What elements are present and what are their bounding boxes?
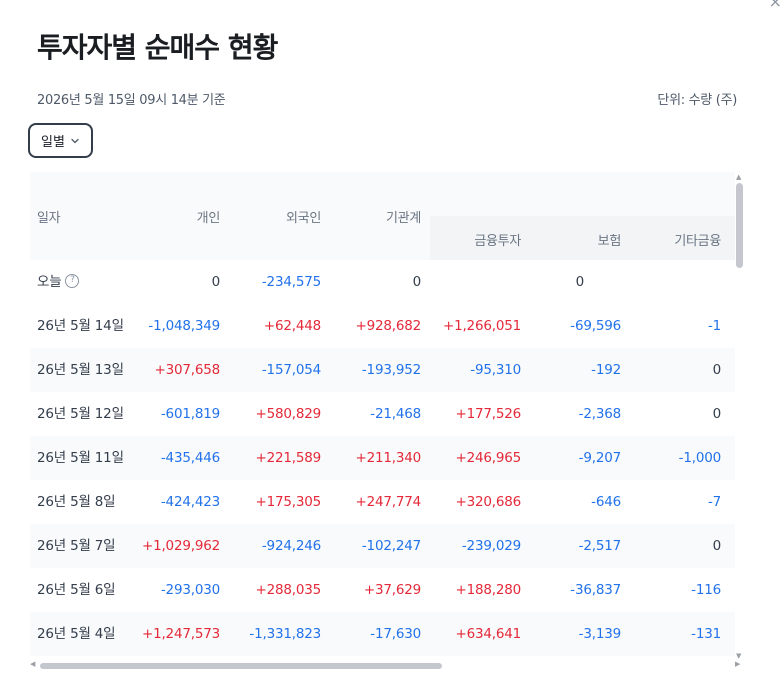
- scroll-left-icon[interactable]: ◀: [30, 660, 35, 668]
- cell-date: 26년 5월 7일: [37, 538, 116, 554]
- header-foreign: 외국인: [286, 211, 321, 226]
- cell-financial-investment: +634,641: [455, 626, 521, 642]
- cell-insurance: -646: [591, 494, 621, 510]
- cell-date: 26년 5월 11일: [37, 450, 124, 466]
- cell-other-finance: -131: [691, 626, 721, 642]
- header-insurance: 보험: [597, 234, 622, 249]
- cell-institution: -193,952: [361, 362, 421, 378]
- horizontal-scrollbar[interactable]: [40, 663, 442, 669]
- cell-individual: +307,658: [154, 362, 220, 378]
- cell-date: 26년 5월 13일: [37, 362, 124, 378]
- table-row: 26년 5월 6일 -293,030 +288,035 +37,629 +188,280…: [30, 568, 735, 612]
- cell-insurance: -3,139: [578, 626, 622, 642]
- table-row: 26년 5월 12일 -601,819 +580,829 -21,468 +177,52…: [30, 392, 735, 436]
- cell-individual: -435,446: [160, 450, 220, 466]
- cell-individual: -293,030: [160, 582, 220, 598]
- cell-foreign: +175,305: [255, 494, 321, 510]
- scroll-right-icon[interactable]: ▶: [735, 660, 740, 668]
- cell-institution: +928,682: [355, 318, 421, 334]
- cell-foreign: +288,035: [255, 582, 321, 598]
- cell-insurance: -192: [591, 362, 621, 378]
- cell-individual: -1,048,349: [148, 318, 220, 334]
- period-select[interactable]: 일별: [28, 123, 93, 158]
- cell-insurance: -2,368: [578, 406, 622, 422]
- vertical-scrollbar[interactable]: [736, 183, 743, 268]
- cell-foreign: +221,589: [255, 450, 321, 466]
- header-individual: 개인: [196, 211, 221, 226]
- cell-institution: +37,629: [363, 582, 421, 598]
- table-row-today: 오늘? 0 -234,575 0 0: [30, 260, 735, 304]
- cell-foreign: -234,575: [261, 274, 321, 290]
- table-header: 일자 개인 외국인 기관계 금융투자 보험 기타금융: [30, 172, 735, 260]
- cell-individual: -601,819: [160, 406, 220, 422]
- cell-other-finance: 0: [712, 538, 722, 554]
- chevron-down-icon: [71, 138, 79, 143]
- cell-institution: 0: [412, 274, 422, 290]
- cell-other-finance: -7: [707, 494, 721, 510]
- table-row: 26년 5월 13일 +307,658 -157,054 -193,952 -95,31…: [30, 348, 735, 392]
- cell-institution: -102,247: [361, 538, 421, 554]
- question-circle-icon[interactable]: ?: [65, 274, 80, 288]
- cell-individual: -424,423: [160, 494, 220, 510]
- unit-label: 단위: 수량 (주): [657, 93, 737, 108]
- cell-other-finance: -116: [691, 582, 721, 598]
- period-select-label: 일별: [41, 135, 65, 150]
- scroll-up-icon[interactable]: ▲: [736, 173, 741, 181]
- cell-foreign: -1,331,823: [249, 626, 321, 642]
- cell-foreign: +580,829: [255, 406, 321, 422]
- cell-other-finance: -1: [707, 318, 721, 334]
- cell-other-finance: -1,000: [678, 450, 722, 466]
- cell-date: 26년 5월 14일: [37, 318, 124, 334]
- cell-individual: 0: [211, 274, 221, 290]
- cell-financial-investment: +320,686: [455, 494, 521, 510]
- cell-financial-investment: +1,266,051: [442, 318, 521, 334]
- cell-institution: +247,774: [355, 494, 421, 510]
- table-row: 26년 5월 7일 +1,029,962 -924,246 -102,247 -239,…: [30, 524, 735, 568]
- cell-foreign: -157,054: [261, 362, 321, 378]
- table-row: 26년 5월 8일 -424,423 +175,305 +247,774 +320,68…: [30, 480, 735, 524]
- cell-financial-investment: +246,965: [455, 450, 521, 466]
- table-row: 26년 5월 11일 -435,446 +221,589 +211,340 +246,9…: [30, 436, 735, 480]
- cell-other-finance: 0: [712, 362, 722, 378]
- today-label: 오늘: [37, 274, 62, 290]
- header-financial-investment: 금융투자: [474, 234, 521, 249]
- scroll-down-icon[interactable]: ▼: [736, 652, 741, 660]
- cell-individual: +1,029,962: [141, 538, 220, 554]
- cell-financial-investment: -95,310: [470, 362, 521, 378]
- close-icon[interactable]: ×: [769, 0, 782, 10]
- cell-insurance: -2,517: [578, 538, 622, 554]
- cell-date: 26년 5월 8일: [37, 494, 116, 510]
- cell-financial-investment: +188,280: [455, 582, 521, 598]
- cell-foreign: -924,246: [261, 538, 321, 554]
- cell-institution: +211,340: [355, 450, 421, 466]
- cell-insurance: -69,596: [570, 318, 621, 334]
- cell-institution: -17,630: [370, 626, 421, 642]
- cell-date: 26년 5월 6일: [37, 582, 116, 598]
- cell-financial-investment: -239,029: [461, 538, 521, 554]
- cell-date: 오늘?: [37, 260, 80, 304]
- cell-insurance: -9,207: [578, 450, 622, 466]
- cell-date: 26년 5월 12일: [37, 406, 124, 422]
- cell-other-finance: 0: [712, 406, 722, 422]
- cell-financial-investment: 0: [575, 274, 585, 290]
- investor-table: 일자 개인 외국인 기관계 금융투자 보험 기타금융 오늘? 0 -234,57…: [30, 172, 735, 656]
- as-of-timestamp: 2026년 5월 15일 09시 14분 기준: [37, 93, 226, 108]
- cell-insurance: -36,837: [570, 582, 621, 598]
- table-row: 26년 5월 4일 +1,247,573 -1,331,823 -17,630 +634…: [30, 612, 735, 656]
- cell-institution: -21,468: [370, 406, 421, 422]
- cell-financial-investment: +177,526: [455, 406, 521, 422]
- header-institution: 기관계: [386, 211, 421, 226]
- header-date: 일자: [37, 211, 61, 226]
- cell-individual: +1,247,573: [141, 626, 220, 642]
- table-row: 26년 5월 14일 -1,048,349 +62,448 +928,682 +1,26…: [30, 304, 735, 348]
- page-title: 투자자별 순매수 현황: [37, 31, 278, 64]
- cell-foreign: +62,448: [263, 318, 321, 334]
- cell-date: 26년 5월 4일: [37, 626, 116, 642]
- header-other-finance: 기타금융: [674, 234, 721, 249]
